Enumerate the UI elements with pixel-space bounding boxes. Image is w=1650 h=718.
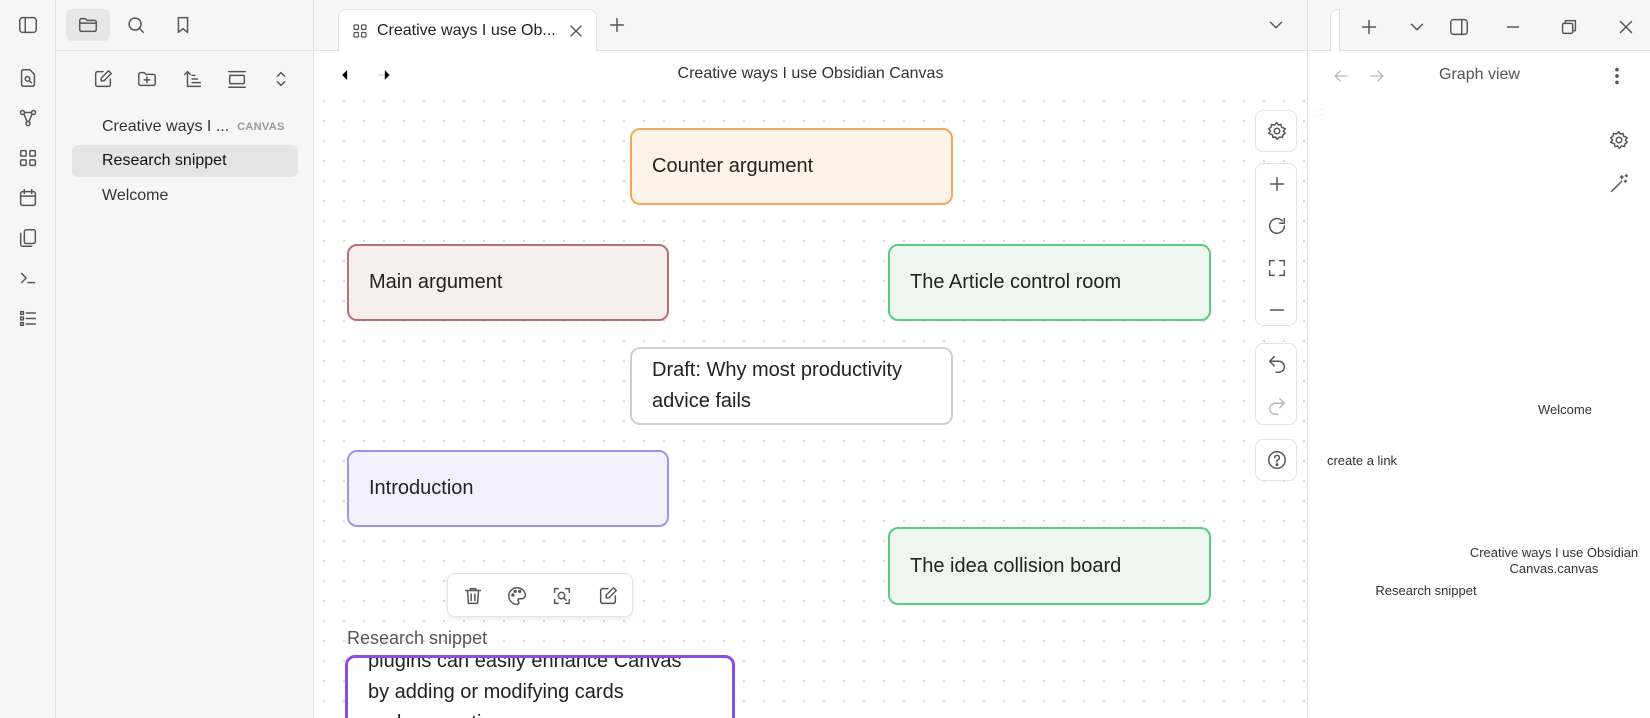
zoom-out-minus-icon[interactable] xyxy=(1265,298,1289,322)
canvas-card-draft[interactable]: Draft: Why most productivity advice fail… xyxy=(630,347,953,425)
sort-icon[interactable] xyxy=(176,62,210,96)
quick-switcher-icon[interactable] xyxy=(14,64,42,92)
right-pane-titlebar xyxy=(1308,0,1650,52)
graph-label-welcome: Welcome xyxy=(1538,402,1592,417)
graph-view-pane: Graph view Welcome create a link Creativ… xyxy=(1307,0,1650,718)
canvas-card-main-argument[interactable]: Main argument xyxy=(347,244,669,321)
canvas-card-article-control-room[interactable]: The Article control room xyxy=(888,244,1211,321)
file-item-label: Research snippet xyxy=(102,152,227,169)
canvas-tab-icon xyxy=(353,24,367,38)
auto-reveal-icon[interactable] xyxy=(220,62,254,96)
file-item-canvas[interactable]: Creative ways I ... CANVAS xyxy=(72,111,298,143)
file-type-badge: CANVAS xyxy=(237,121,285,133)
calendar-icon[interactable] xyxy=(14,184,42,212)
templates-icon[interactable] xyxy=(14,224,42,252)
new-note-icon[interactable] xyxy=(86,62,120,96)
new-tab-plus-icon[interactable] xyxy=(606,14,628,41)
canvas-file-node-research-snippet[interactable]: plugins can easily enhance Canvas by add… xyxy=(345,655,735,718)
file-node-label: Research snippet xyxy=(347,628,488,648)
tab-canvas[interactable]: Creative ways I use Ob... xyxy=(338,9,597,52)
file-explorer-sidebar: Creative ways I ... CANVAS Research snip… xyxy=(56,0,314,718)
canvas-icon[interactable] xyxy=(14,144,42,172)
file-item-label: Welcome xyxy=(102,187,169,204)
redo-icon[interactable] xyxy=(1265,394,1289,418)
tab-bar: Creative ways I use Ob... xyxy=(314,0,1307,52)
card-text: Draft: Why most productivity advice fail… xyxy=(652,359,903,412)
graph-settings-gear-icon[interactable] xyxy=(1606,127,1632,153)
canvas-settings-group xyxy=(1255,110,1297,152)
chevron-down-icon[interactable] xyxy=(1404,14,1430,40)
undo-icon[interactable] xyxy=(1265,352,1289,376)
zoom-to-fit-icon[interactable] xyxy=(1265,256,1289,280)
graph-label-create-link: create a link xyxy=(1326,453,1398,468)
collapse-all-icon[interactable] xyxy=(264,62,298,96)
command-palette-icon[interactable] xyxy=(14,264,42,292)
canvas-settings-gear-icon[interactable] xyxy=(1265,119,1289,143)
close-window-icon[interactable] xyxy=(1613,14,1639,40)
card-text: Main argument xyxy=(369,271,503,293)
minimize-icon[interactable] xyxy=(1500,14,1526,40)
tab-list-chevron-down-icon[interactable] xyxy=(1265,14,1287,41)
toggle-sidebar-icon[interactable] xyxy=(14,11,42,39)
right-tab-stub[interactable] xyxy=(1330,9,1340,52)
palette-icon[interactable] xyxy=(505,584,529,608)
ribbon xyxy=(0,0,56,718)
file-item-welcome[interactable]: Welcome xyxy=(72,180,298,212)
reset-zoom-icon[interactable] xyxy=(1265,214,1289,238)
graph-label-canvas-file: Creative ways I use Obsidian Canvas.canv… xyxy=(1469,545,1639,576)
node-toolbar xyxy=(447,573,633,617)
new-folder-icon[interactable] xyxy=(130,62,164,96)
edit-icon[interactable] xyxy=(596,584,620,608)
snippet-line: plugins can easily enhance Canvas xyxy=(368,655,682,672)
files-tab-folder-icon[interactable] xyxy=(66,9,110,41)
view-header: Creative ways I use Obsidian Canvas xyxy=(314,51,1307,99)
graph-view-title: Graph view xyxy=(1439,66,1520,83)
help-group xyxy=(1255,439,1297,481)
new-tab-plus-icon[interactable] xyxy=(1356,14,1382,40)
card-text: Introduction xyxy=(369,477,474,499)
search-icon[interactable] xyxy=(114,9,158,41)
trash-icon[interactable] xyxy=(461,584,485,608)
history-controls-group xyxy=(1255,343,1297,425)
card-text: Counter argument xyxy=(652,155,814,177)
zoom-in-plus-icon[interactable] xyxy=(1265,172,1289,196)
restore-window-icon[interactable] xyxy=(1556,14,1582,40)
graph-view-header: Graph view xyxy=(1308,51,1650,99)
animate-magic-wand-icon[interactable] xyxy=(1606,171,1632,197)
canvas-card-counter-argument[interactable]: Counter argument xyxy=(630,128,953,205)
file-item-label: Creative ways I ... xyxy=(102,118,230,135)
card-text: The Article control room xyxy=(910,271,1122,293)
canvas-card-introduction[interactable]: Introduction xyxy=(347,450,669,527)
view-title[interactable]: Creative ways I use Obsidian Canvas xyxy=(314,65,1307,83)
obsidian-window: Creative ways I ... CANVAS Research snip… xyxy=(0,0,1650,718)
close-tab-icon[interactable] xyxy=(566,21,586,46)
snippet-line: by adding or modifying cards xyxy=(368,681,624,703)
canvas-card-idea-collision-board[interactable]: The idea collision board xyxy=(888,527,1211,605)
file-item-research-snippet[interactable]: Research snippet xyxy=(72,145,298,177)
zoom-to-selection-icon[interactable] xyxy=(550,584,574,608)
toggle-right-sidebar-icon[interactable] xyxy=(1446,14,1472,40)
snippet-line: and connections. xyxy=(368,708,712,718)
graph-label-research-snippet: Research snippet xyxy=(1375,583,1477,598)
bookmark-icon[interactable] xyxy=(161,9,205,41)
graph-canvas[interactable] xyxy=(1308,99,1330,121)
zoom-controls-group xyxy=(1255,163,1297,326)
more-options-icon[interactable] xyxy=(1605,64,1629,88)
graph-view-icon[interactable] xyxy=(14,104,42,132)
tab-title: Creative ways I use Ob... xyxy=(377,22,555,39)
help-question-icon[interactable] xyxy=(1265,448,1289,472)
card-text: The idea collision board xyxy=(910,554,1122,577)
outline-icon[interactable] xyxy=(14,304,42,332)
